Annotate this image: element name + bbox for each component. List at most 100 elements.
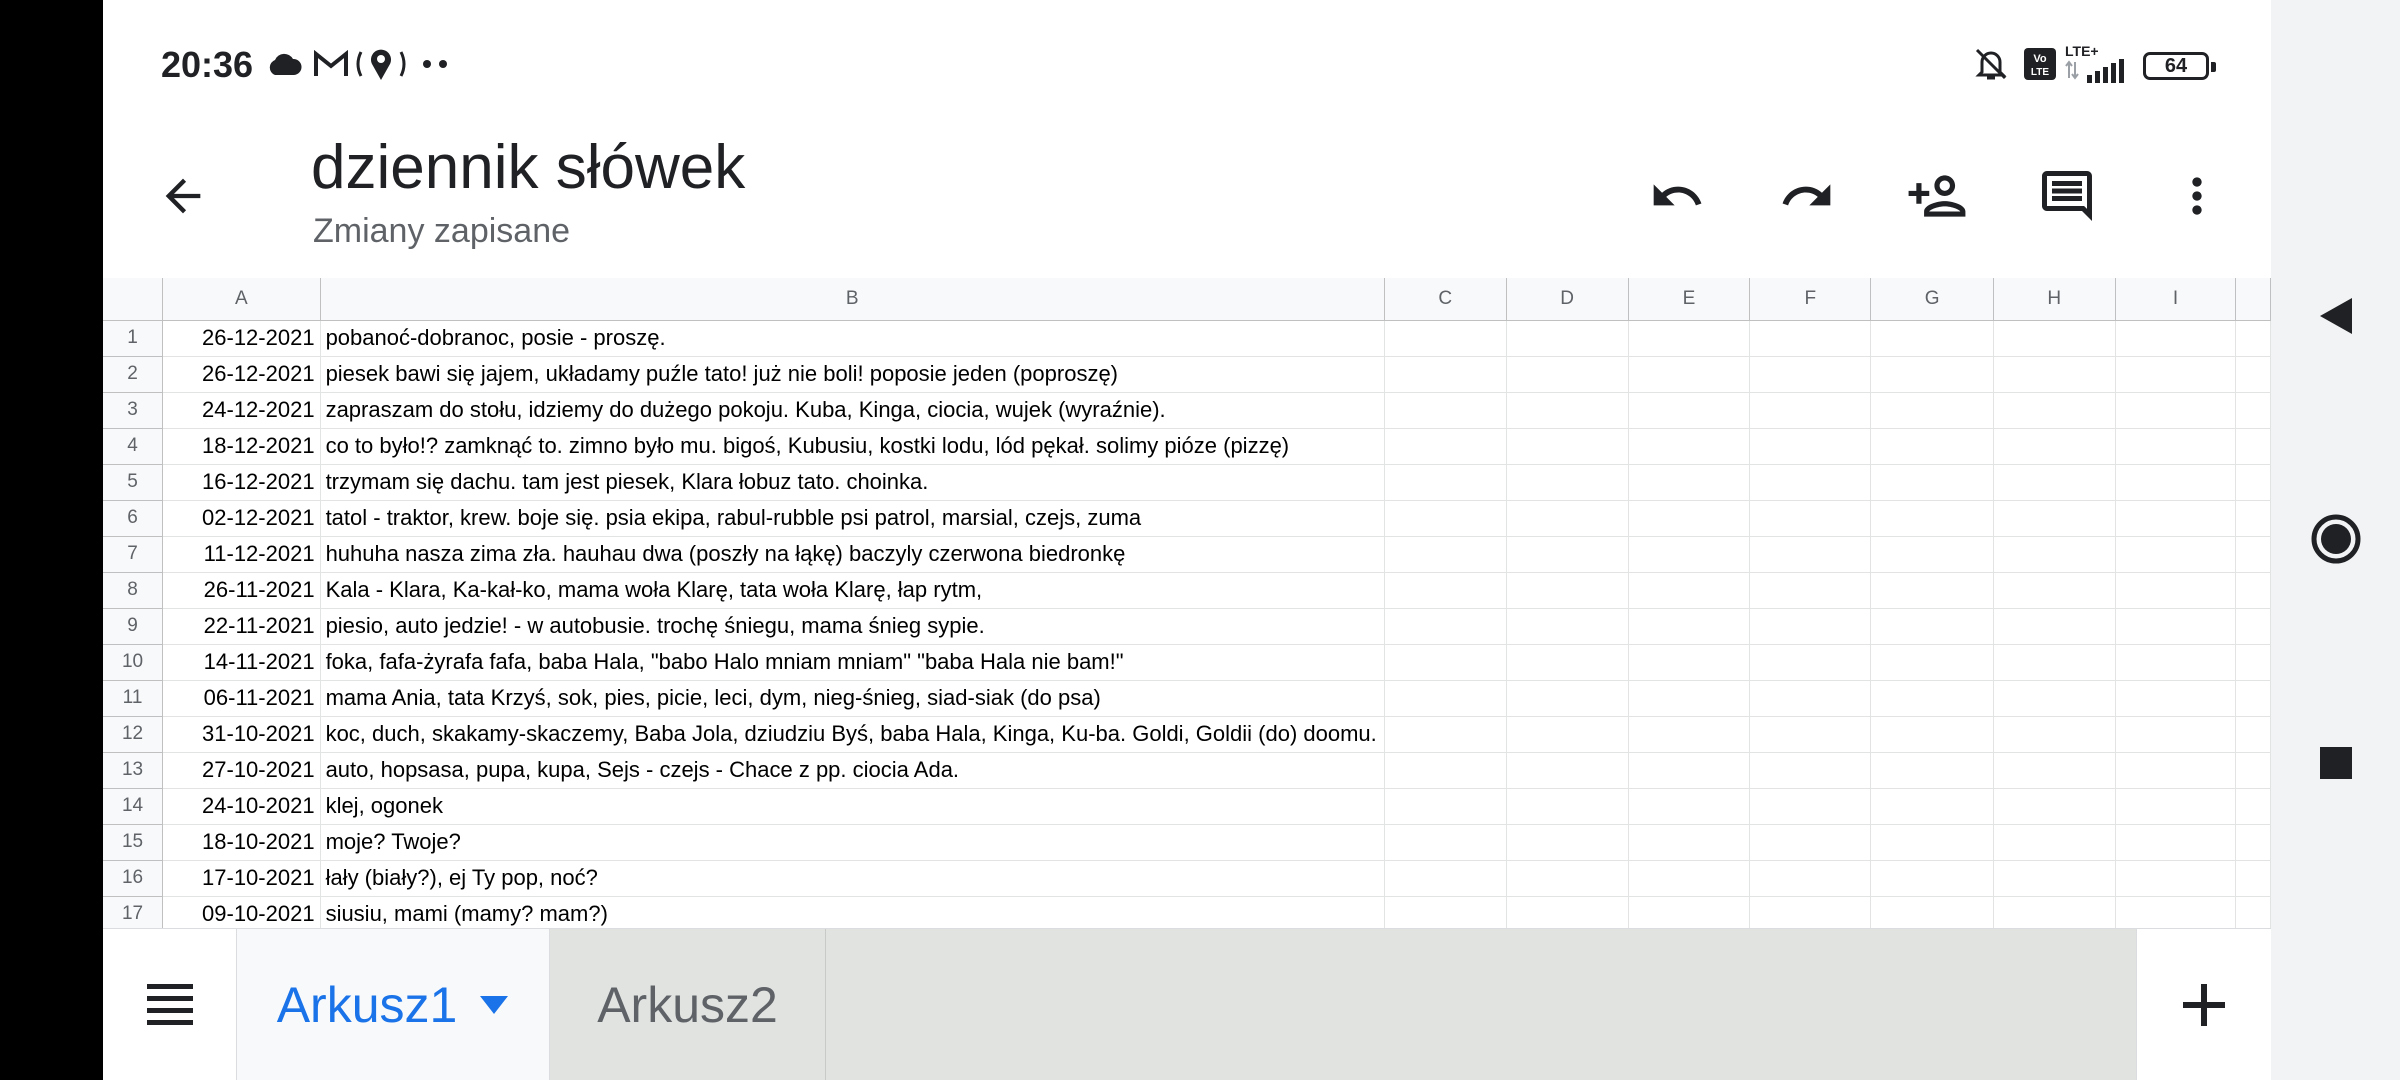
cell-date[interactable]: 09-10-2021 [162, 896, 321, 928]
cell-empty[interactable] [1384, 392, 1507, 429]
cell-words[interactable]: huhuha nasza zima zła. hauhau dwa (poszł… [320, 536, 1385, 573]
row-header[interactable]: 7 [103, 536, 164, 573]
cell-empty[interactable] [2235, 752, 2271, 789]
cell-empty[interactable] [1506, 752, 1629, 789]
cell-empty[interactable] [1384, 824, 1507, 861]
cell-empty[interactable] [1506, 860, 1629, 897]
cell-empty[interactable] [1749, 464, 1872, 501]
cell-empty[interactable] [2235, 320, 2271, 357]
row-header[interactable]: 3 [103, 392, 164, 429]
cell-empty[interactable] [1749, 536, 1872, 573]
cell-date[interactable]: 27-10-2021 [162, 752, 321, 789]
column-header-extra[interactable] [2235, 278, 2271, 321]
cell-date[interactable]: 31-10-2021 [162, 716, 321, 753]
column-header-b[interactable]: B [320, 278, 1385, 321]
column-header-e[interactable]: E [1628, 278, 1751, 321]
cell-empty[interactable] [2115, 608, 2237, 645]
share-button[interactable] [1897, 156, 1977, 236]
cell-empty[interactable] [2235, 500, 2271, 537]
cell-empty[interactable] [1993, 356, 2116, 393]
row-header[interactable]: 4 [103, 428, 164, 465]
cell-empty[interactable] [1749, 320, 1872, 357]
cell-date[interactable]: 24-10-2021 [162, 788, 321, 825]
cell-empty[interactable] [1749, 752, 1872, 789]
cell-empty[interactable] [1749, 428, 1872, 465]
cell-empty[interactable] [1506, 896, 1629, 928]
row-header[interactable]: 12 [103, 716, 164, 753]
cell-empty[interactable] [1870, 860, 1994, 897]
cell-empty[interactable] [1993, 752, 2116, 789]
cell-empty[interactable] [1384, 716, 1507, 753]
row-header[interactable]: 6 [103, 500, 164, 537]
more-options-button[interactable] [2157, 156, 2237, 236]
cell-empty[interactable] [1993, 608, 2116, 645]
cell-empty[interactable] [2115, 356, 2237, 393]
cell-empty[interactable] [1628, 644, 1751, 681]
cell-date[interactable]: 14-11-2021 [162, 644, 321, 681]
cell-empty[interactable] [2235, 680, 2271, 717]
cell-words[interactable]: auto, hopsasa, pupa, kupa, Sejs - czejs … [320, 752, 1385, 789]
cell-empty[interactable] [1628, 464, 1751, 501]
cell-date[interactable]: 06-11-2021 [162, 680, 321, 717]
nav-back-button[interactable] [2300, 280, 2372, 352]
cell-empty[interactable] [1506, 356, 1629, 393]
column-header-i[interactable]: I [2115, 278, 2237, 321]
cell-empty[interactable] [1870, 572, 1994, 609]
row-header[interactable]: 1 [103, 320, 164, 357]
cell-empty[interactable] [1628, 536, 1751, 573]
cell-empty[interactable] [2235, 824, 2271, 861]
cell-empty[interactable] [1628, 752, 1751, 789]
cell-empty[interactable] [1506, 680, 1629, 717]
nav-home-button[interactable] [2300, 503, 2372, 575]
cell-empty[interactable] [1870, 644, 1994, 681]
cell-date[interactable]: 11-12-2021 [162, 536, 321, 573]
cell-empty[interactable] [2115, 536, 2237, 573]
cell-empty[interactable] [1749, 896, 1872, 928]
cell-empty[interactable] [1384, 320, 1507, 357]
cell-empty[interactable] [1384, 356, 1507, 393]
cell-empty[interactable] [1749, 608, 1872, 645]
cell-date[interactable]: 17-10-2021 [162, 860, 321, 897]
row-header[interactable]: 15 [103, 824, 164, 861]
cell-empty[interactable] [1628, 392, 1751, 429]
cell-empty[interactable] [1749, 860, 1872, 897]
doc-title[interactable]: dziennik słówek [311, 132, 745, 203]
cell-date[interactable]: 22-11-2021 [162, 608, 321, 645]
cell-empty[interactable] [2115, 752, 2237, 789]
cell-empty[interactable] [1749, 356, 1872, 393]
cell-empty[interactable] [2115, 644, 2237, 681]
cell-empty[interactable] [1384, 644, 1507, 681]
cell-date[interactable]: 16-12-2021 [162, 464, 321, 501]
cell-empty[interactable] [2235, 608, 2271, 645]
cell-empty[interactable] [2115, 500, 2237, 537]
cell-empty[interactable] [1506, 608, 1629, 645]
cell-empty[interactable] [2235, 788, 2271, 825]
cell-empty[interactable] [1870, 824, 1994, 861]
cell-empty[interactable] [1506, 824, 1629, 861]
cell-empty[interactable] [1749, 500, 1872, 537]
cell-empty[interactable] [1870, 536, 1994, 573]
cell-words[interactable]: Kala - Klara, Ka-kał-ko, mama woła Klarę… [320, 572, 1385, 609]
comment-button[interactable] [2027, 156, 2107, 236]
cell-empty[interactable] [1506, 572, 1629, 609]
cell-date[interactable]: 26-12-2021 [162, 356, 321, 393]
dropdown-triangle-icon[interactable] [479, 995, 509, 1015]
cell-empty[interactable] [2115, 464, 2237, 501]
cell-words[interactable]: mama Ania, tata Krzyś, sok, pies, picie,… [320, 680, 1385, 717]
cell-words[interactable]: pobanoć-dobranoc, posie - proszę. [320, 320, 1385, 357]
add-sheet-button[interactable] [2136, 929, 2271, 1080]
cell-words[interactable]: piesek bawi się jajem, układamy puźle ta… [320, 356, 1385, 393]
cell-empty[interactable] [1384, 896, 1507, 928]
row-header[interactable]: 17 [103, 896, 164, 928]
cell-empty[interactable] [1749, 788, 1872, 825]
cell-empty[interactable] [2235, 464, 2271, 501]
cell-empty[interactable] [1993, 464, 2116, 501]
cell-empty[interactable] [1870, 752, 1994, 789]
cell-empty[interactable] [2115, 572, 2237, 609]
cell-words[interactable]: siusiu, mami (mamy? mam?) [320, 896, 1385, 928]
cell-empty[interactable] [2115, 320, 2237, 357]
cell-empty[interactable] [1993, 428, 2116, 465]
cell-empty[interactable] [1993, 824, 2116, 861]
cell-empty[interactable] [1993, 392, 2116, 429]
cell-empty[interactable] [1384, 680, 1507, 717]
